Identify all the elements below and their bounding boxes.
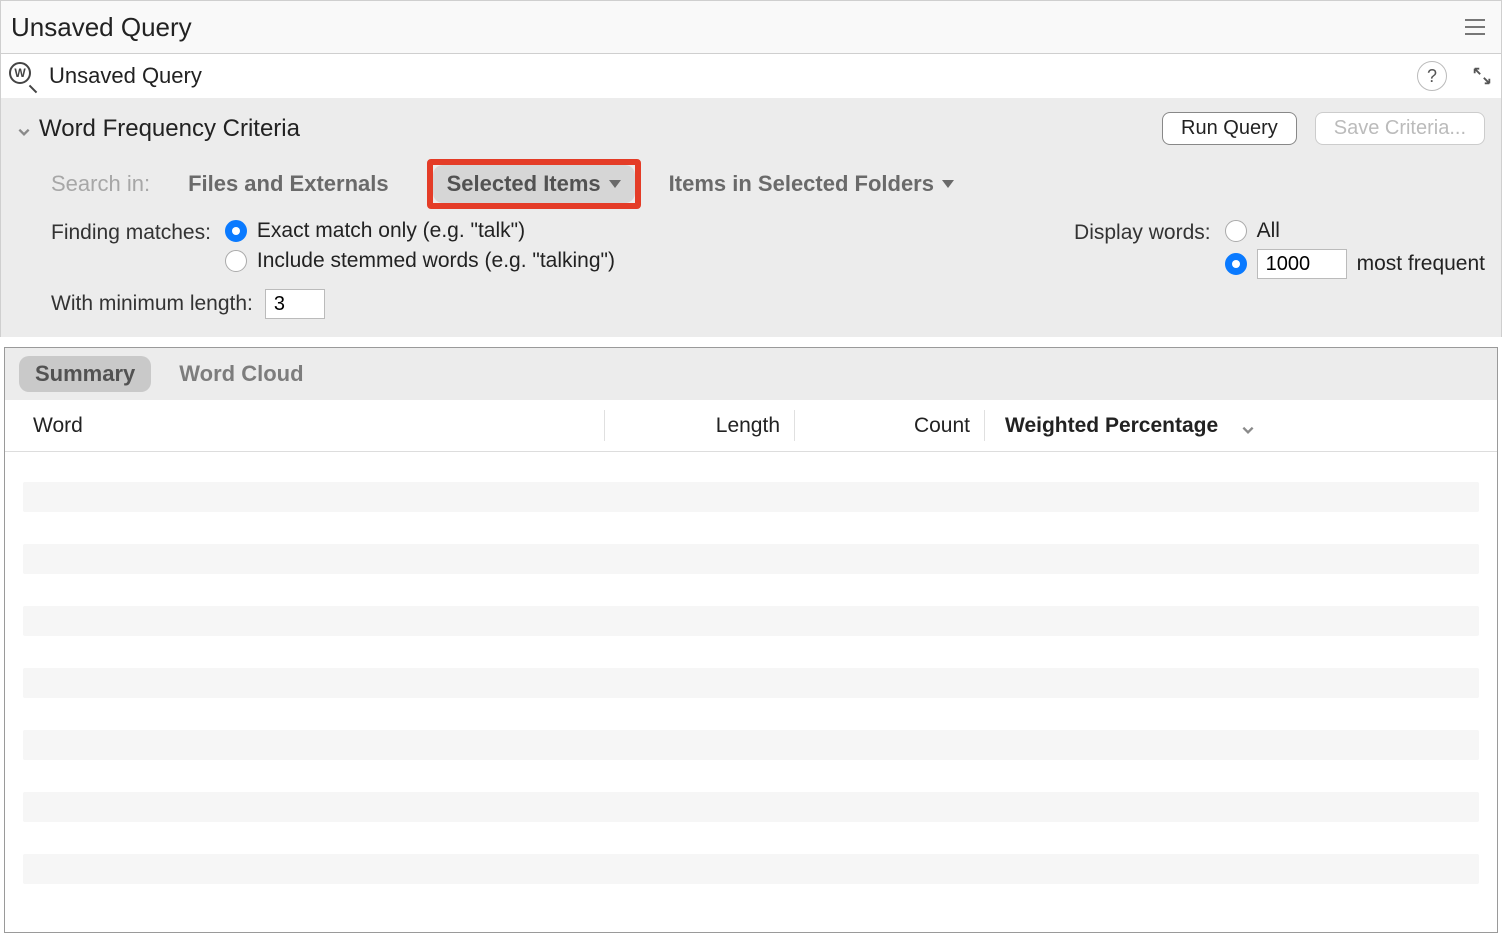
tab-summary[interactable]: Summary <box>19 356 151 392</box>
table-row <box>23 482 1479 512</box>
criteria-title: Word Frequency Criteria <box>39 115 300 143</box>
search-selected-items[interactable]: Selected Items <box>433 165 635 203</box>
min-length-row: With minimum length: <box>1 279 1501 319</box>
search-items-in-folders[interactable]: Items in Selected Folders <box>669 171 954 197</box>
word-query-icon: W <box>9 62 37 90</box>
run-query-button[interactable]: Run Query <box>1162 112 1297 145</box>
display-most-frequent-row[interactable]: most frequent <box>1225 249 1485 279</box>
table-row <box>23 668 1479 698</box>
search-in-label: Search in: <box>51 171 150 197</box>
min-length-label: With minimum length: <box>51 292 253 316</box>
menu-icon[interactable] <box>1465 19 1485 35</box>
match-stemmed-row[interactable]: Include stemmed words (e.g. "talking") <box>225 249 615 273</box>
col-count[interactable]: Count <box>795 410 985 441</box>
expand-icon[interactable] <box>1471 65 1493 87</box>
table-header: Word Length Count Weighted Percentage <box>5 400 1497 452</box>
finding-matches-label: Finding matches: <box>51 219 211 279</box>
most-frequent-label: most frequent <box>1357 252 1485 276</box>
col-length[interactable]: Length <box>605 410 795 441</box>
match-exact-label: Exact match only (e.g. "talk") <box>257 219 525 243</box>
collapse-chevron-icon[interactable] <box>17 122 31 136</box>
table-row <box>23 792 1479 822</box>
search-files-externals[interactable]: Files and Externals <box>178 165 399 203</box>
selected-items-label: Selected Items <box>447 171 601 197</box>
dropdown-triangle-icon <box>609 180 621 188</box>
table-row <box>23 544 1479 574</box>
title-bar: Unsaved Query <box>0 0 1502 54</box>
results-tabs: Summary Word Cloud <box>5 348 1497 400</box>
breadcrumb-row: W Unsaved Query ? <box>0 54 1502 98</box>
window-title: Unsaved Query <box>11 12 192 43</box>
table-body <box>5 452 1497 932</box>
criteria-panel: Word Frequency Criteria Run Query Save C… <box>0 98 1502 337</box>
display-all-label: All <box>1257 219 1280 243</box>
col-weighted-label: Weighted Percentage <box>1005 414 1218 438</box>
table-row <box>23 730 1479 760</box>
col-weighted[interactable]: Weighted Percentage <box>985 414 1275 438</box>
criteria-header: Word Frequency Criteria Run Query Save C… <box>1 98 1501 153</box>
highlight-selected-items: Selected Items <box>427 159 641 209</box>
breadcrumb-label: Unsaved Query <box>49 63 202 89</box>
tab-word-cloud[interactable]: Word Cloud <box>179 361 303 387</box>
save-criteria-button: Save Criteria... <box>1315 112 1485 145</box>
min-length-input[interactable] <box>265 289 325 319</box>
sort-chevron-icon <box>1241 419 1255 433</box>
dropdown-triangle-icon <box>942 180 954 188</box>
col-word[interactable]: Word <box>5 410 605 441</box>
radio-most-frequent[interactable] <box>1225 253 1247 275</box>
help-button[interactable]: ? <box>1417 61 1447 91</box>
display-all-row[interactable]: All <box>1225 219 1485 243</box>
radio-stemmed[interactable] <box>225 250 247 272</box>
search-in-row: Search in: Files and Externals Selected … <box>1 153 1501 215</box>
match-stemmed-label: Include stemmed words (e.g. "talking") <box>257 249 615 273</box>
table-row <box>23 606 1479 636</box>
table-row <box>23 854 1479 884</box>
radio-all[interactable] <box>1225 220 1247 242</box>
results-panel: Summary Word Cloud Word Length Count Wei… <box>4 347 1498 933</box>
display-count-input[interactable] <box>1257 249 1347 279</box>
options-row: Finding matches: Exact match only (e.g. … <box>1 215 1501 279</box>
match-exact-row[interactable]: Exact match only (e.g. "talk") <box>225 219 615 243</box>
items-in-folders-label: Items in Selected Folders <box>669 171 934 197</box>
radio-exact[interactable] <box>225 220 247 242</box>
display-words-label: Display words: <box>1074 219 1211 279</box>
